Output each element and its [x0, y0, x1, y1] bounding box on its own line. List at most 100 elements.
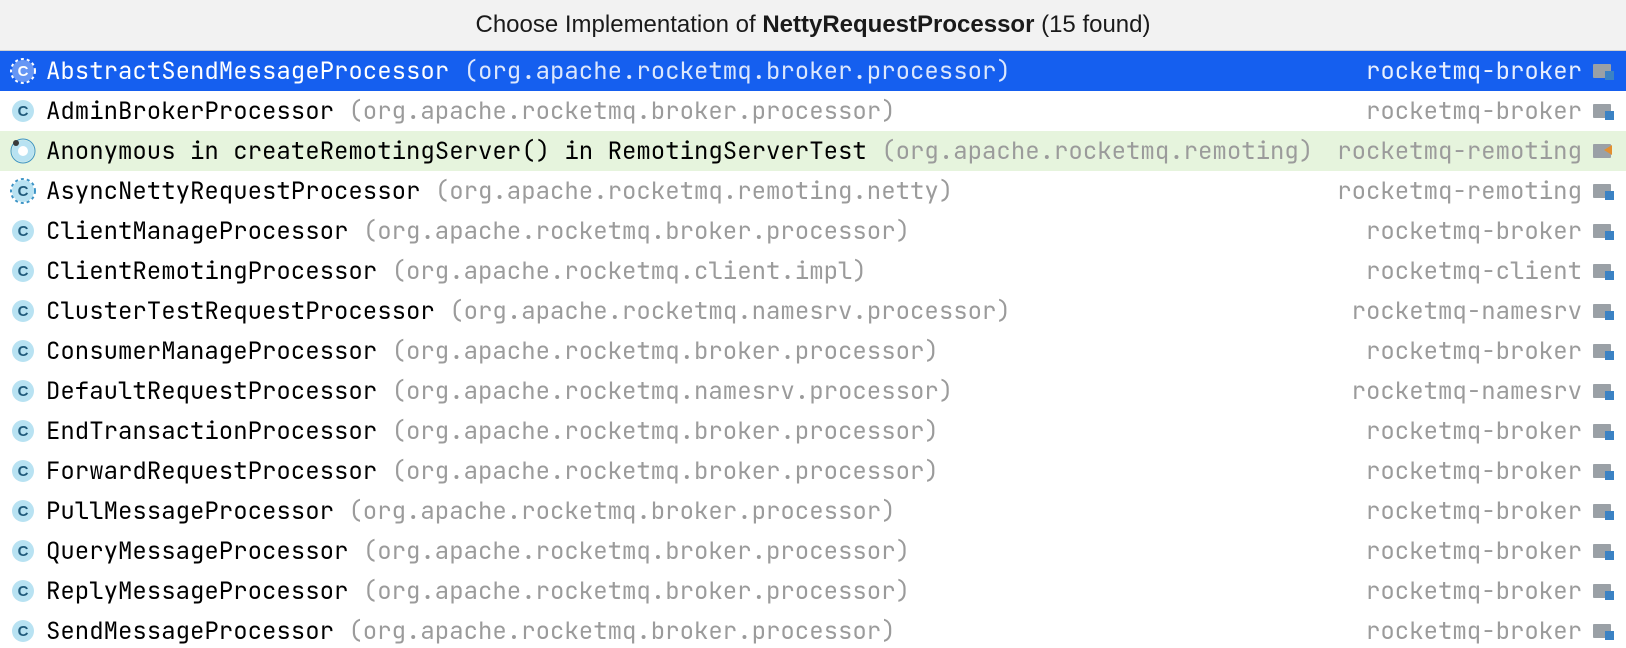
popup-title-suffix: (15 found): [1034, 11, 1150, 38]
svg-text:C: C: [18, 503, 29, 520]
module-name: rocketmq-broker: [1366, 456, 1582, 487]
implementation-row[interactable]: Anonymous in createRemotingServer() in R…: [0, 131, 1626, 171]
module-icon: [1590, 298, 1616, 324]
package-name: (org.apache.rocketmq.broker.processor): [363, 216, 910, 247]
module-icon: [1590, 378, 1616, 404]
class-icon: C: [10, 538, 36, 564]
implementation-row[interactable]: C QueryMessageProcessor (org.apache.rocke…: [0, 531, 1626, 571]
package-name: (org.apache.rocketmq.broker.processor): [348, 96, 895, 127]
svg-text:C: C: [18, 223, 29, 240]
implementation-row[interactable]: C SendMessageProcessor (org.apache.rocket…: [0, 611, 1626, 648]
implementation-row[interactable]: CAsyncNettyRequestProcessor (org.apache.…: [0, 171, 1626, 211]
class-icon: C: [10, 498, 36, 524]
module-icon: [1590, 258, 1616, 284]
svg-text:C: C: [18, 303, 29, 320]
class-icon: C: [10, 258, 36, 284]
implementation-row[interactable]: C ClusterTestRequestProcessor (org.apache…: [0, 291, 1626, 331]
class-icon: C: [10, 618, 36, 644]
module-icon: [1590, 418, 1616, 444]
popup-title: Choose Implementation of NettyRequestPro…: [475, 11, 1150, 39]
class-icon: C: [10, 458, 36, 484]
implementation-row[interactable]: C EndTransactionProcessor (org.apache.roc…: [0, 411, 1626, 451]
module-name: rocketmq-broker: [1366, 576, 1582, 607]
module-icon: [1590, 498, 1616, 524]
module-icon: [1590, 218, 1616, 244]
package-name: (org.apache.rocketmq.namesrv.processor): [392, 376, 954, 407]
implementation-row[interactable]: C AdminBrokerProcessor (org.apache.rocket…: [0, 91, 1626, 131]
svg-text:C: C: [18, 383, 29, 400]
module-name: rocketmq-namesrv: [1352, 296, 1582, 327]
popup-title-target: NettyRequestProcessor: [762, 11, 1034, 38]
implementation-row[interactable]: C ConsumerManageProcessor (org.apache.roc…: [0, 331, 1626, 371]
anonymous-class-icon: [10, 138, 36, 164]
choose-implementation-popup: public interface NettyRequestProcessor {…: [0, 0, 1626, 648]
implementation-row[interactable]: C ClientManageProcessor (org.apache.rocke…: [0, 211, 1626, 251]
abstract-class-icon: C: [10, 58, 36, 84]
class-name: SendMessageProcessor: [46, 616, 334, 647]
module-icon: [1590, 538, 1616, 564]
svg-text:C: C: [18, 623, 29, 640]
package-name: (org.apache.rocketmq.broker.processor): [392, 416, 939, 447]
package-name: (org.apache.rocketmq.namesrv.processor): [449, 296, 1011, 327]
package-name: (org.apache.rocketmq.broker.processor): [363, 576, 910, 607]
svg-text:C: C: [18, 543, 29, 560]
class-name: ConsumerManageProcessor: [46, 336, 377, 367]
svg-text:C: C: [18, 583, 29, 600]
module-icon: [1590, 338, 1616, 364]
class-name: AdminBrokerProcessor: [46, 96, 334, 127]
class-icon: C: [10, 98, 36, 124]
test-module-icon: [1590, 138, 1616, 164]
module-icon: [1590, 58, 1616, 84]
module-icon: [1590, 178, 1616, 204]
implementation-row[interactable]: CClientRemotingProcessor (org.apache.roc…: [0, 251, 1626, 291]
svg-text:C: C: [18, 63, 29, 80]
module-name: rocketmq-client: [1366, 256, 1582, 287]
module-name: rocketmq-namesrv: [1352, 376, 1582, 407]
module-name: rocketmq-broker: [1366, 336, 1582, 367]
package-name: (org.apache.rocketmq.broker.processor): [348, 496, 895, 527]
package-name: (org.apache.rocketmq.broker.processor): [348, 616, 895, 647]
class-name: ReplyMessageProcessor: [46, 576, 348, 607]
class-name: PullMessageProcessor: [46, 496, 334, 527]
svg-text:C: C: [18, 103, 29, 120]
implementation-row[interactable]: C ReplyMessageProcessor (org.apache.rocke…: [0, 571, 1626, 611]
class-name: EndTransactionProcessor: [46, 416, 377, 447]
class-name: AbstractSendMessageProcessor: [46, 56, 449, 87]
class-name: ClusterTestRequestProcessor: [46, 296, 435, 327]
abstract-class-icon: C: [10, 178, 36, 204]
svg-text:C: C: [18, 263, 29, 280]
implementation-row[interactable]: C PullMessageProcessor (org.apache.rocket…: [0, 491, 1626, 531]
implementation-row[interactable]: CAbstractSendMessageProcessor (org.apach…: [0, 51, 1626, 91]
popup-header: Choose Implementation of NettyRequestPro…: [0, 0, 1626, 51]
module-name: rocketmq-broker: [1366, 216, 1582, 247]
package-name: (org.apache.rocketmq.broker.processor): [363, 536, 910, 567]
module-icon: [1590, 98, 1616, 124]
svg-text:C: C: [18, 183, 29, 200]
module-name: rocketmq-broker: [1366, 416, 1582, 447]
class-name: ClientRemotingProcessor: [46, 256, 377, 287]
module-name: rocketmq-remoting: [1337, 136, 1582, 167]
implementations-list[interactable]: C AbstractSendMessageProcessor (org.apach…: [0, 51, 1626, 648]
module-name: rocketmq-broker: [1366, 536, 1582, 567]
class-name: AsyncNettyRequestProcessor: [46, 176, 420, 207]
svg-text:C: C: [18, 463, 29, 480]
package-name: (org.apache.rocketmq.broker.processor): [392, 456, 939, 487]
class-name: ClientManageProcessor: [46, 216, 348, 247]
popup-title-prefix: Choose Implementation of: [475, 11, 762, 38]
svg-text:C: C: [18, 423, 29, 440]
implementation-row[interactable]: C ForwardRequestProcessor (org.apache.roc…: [0, 451, 1626, 491]
implementation-row[interactable]: CDefaultRequestProcessor (org.apache.roc…: [0, 371, 1626, 411]
class-name: QueryMessageProcessor: [46, 536, 348, 567]
module-name: rocketmq-broker: [1366, 616, 1582, 647]
class-icon: C: [10, 378, 36, 404]
package-name: (org.apache.rocketmq.broker.processor): [392, 336, 939, 367]
module-icon: [1590, 458, 1616, 484]
svg-text:C: C: [18, 343, 29, 360]
module-name: rocketmq-broker: [1366, 96, 1582, 127]
class-name: ForwardRequestProcessor: [46, 456, 377, 487]
module-icon: [1590, 578, 1616, 604]
class-name: Anonymous in createRemotingServer() in R…: [46, 136, 867, 167]
class-icon: C: [10, 298, 36, 324]
module-name: rocketmq-remoting: [1337, 176, 1582, 207]
module-name: rocketmq-broker: [1366, 496, 1582, 527]
